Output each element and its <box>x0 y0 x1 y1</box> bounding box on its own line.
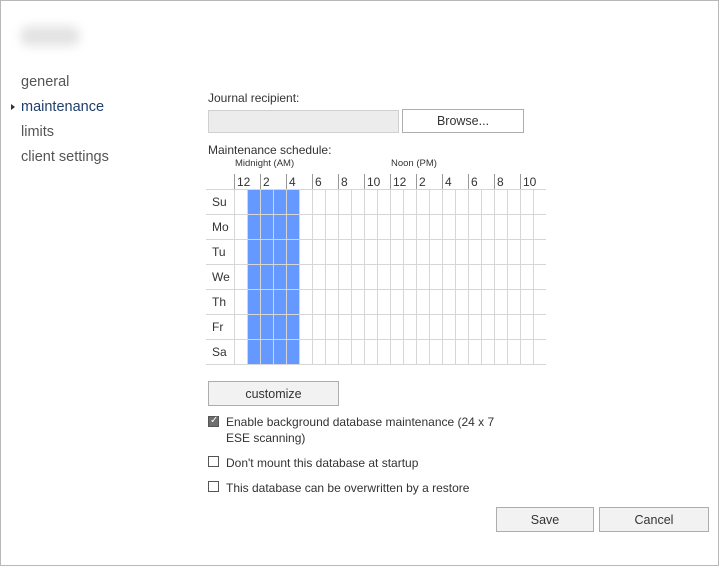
nav-item-label: general <box>21 74 70 90</box>
dont-mount-label: Don't mount this database at startup <box>226 456 419 470</box>
background-maintenance-label-line2: ESE scanning) <box>226 431 306 445</box>
customize-button[interactable]: customize <box>208 381 339 406</box>
nav-selected-arrow-icon <box>11 104 15 110</box>
dont-mount-checkbox[interactable] <box>208 456 219 467</box>
nav-item-general[interactable]: general <box>21 73 109 98</box>
maintenance-schedule-grid[interactable]: 12 2 4 6 8 10 12 2 4 6 8 10 Su Mo Tu We Th Fr Sa <box>206 170 546 366</box>
schedule-day-label: We <box>212 270 230 284</box>
overwrite-restore-checkbox[interactable] <box>208 481 219 492</box>
schedule-hour-label: 8 <box>497 175 504 189</box>
background-maintenance-checkbox[interactable]: ✓ <box>208 415 219 427</box>
browse-button[interactable]: Browse... <box>402 109 524 133</box>
schedule-hour-label: 2 <box>419 175 426 189</box>
background-maintenance-label-line1: Enable background database maintenance (… <box>226 415 495 429</box>
nav-item-label: limits <box>21 124 55 140</box>
save-button[interactable]: Save <box>496 507 594 532</box>
cancel-button[interactable]: Cancel <box>599 507 709 532</box>
schedule-hour-label: 2 <box>263 175 270 189</box>
schedule-selected-slot[interactable] <box>260 189 273 364</box>
nav-item-maintenance[interactable]: maintenance <box>11 98 109 123</box>
schedule-selected-slot[interactable] <box>286 189 299 364</box>
journal-recipient-field[interactable] <box>208 110 399 133</box>
schedule-day-label: Fr <box>212 320 223 334</box>
schedule-hour-label: 12 <box>393 175 407 189</box>
dialog-title-blurred <box>20 26 80 46</box>
schedule-hour-label: 8 <box>341 175 348 189</box>
checkmark-icon: ✓ <box>210 415 219 426</box>
schedule-hour-label: 6 <box>471 175 478 189</box>
midnight-label: Midnight (AM) <box>235 158 295 169</box>
schedule-day-label: Tu <box>212 245 226 259</box>
schedule-hour-label: 4 <box>445 175 452 189</box>
maintenance-schedule-label: Maintenance schedule: <box>208 143 332 157</box>
schedule-day-label: Sa <box>212 345 227 359</box>
overwrite-restore-label: This database can be overwritten by a re… <box>226 481 470 495</box>
schedule-hour-label: 6 <box>315 175 322 189</box>
schedule-day-label: Th <box>212 295 226 309</box>
schedule-selected-slot[interactable] <box>247 189 260 364</box>
schedule-hour-label: 4 <box>289 175 296 189</box>
schedule-selected-slot[interactable] <box>273 189 286 364</box>
sidebar-nav: general maintenance limits client settin… <box>11 73 109 173</box>
background-maintenance-label: Enable background database maintenance (… <box>226 414 494 446</box>
nav-item-client-settings[interactable]: client settings <box>21 148 109 173</box>
schedule-hour-label: 10 <box>367 175 381 189</box>
journal-recipient-label: Journal recipient: <box>208 91 300 105</box>
schedule-hour-label: 12 <box>237 175 251 189</box>
schedule-day-label: Mo <box>212 220 229 234</box>
noon-label: Noon (PM) <box>391 158 437 169</box>
nav-item-label: client settings <box>21 149 109 165</box>
nav-item-label: maintenance <box>21 99 105 115</box>
schedule-day-label: Su <box>212 195 227 209</box>
schedule-hour-label: 10 <box>523 175 537 189</box>
nav-item-limits[interactable]: limits <box>21 123 109 148</box>
